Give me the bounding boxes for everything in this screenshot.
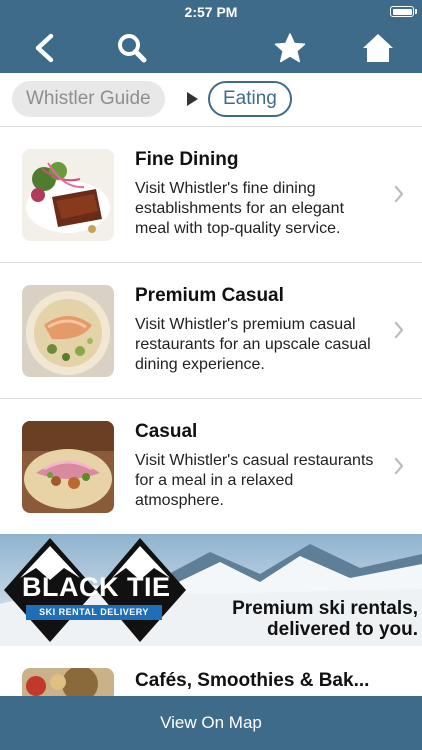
fine-dining-photo [22,149,114,241]
item-title: Fine Dining [135,149,239,170]
cafes-photo [22,668,114,696]
list-item-fine-dining[interactable]: Fine Dining Visit Whistler's fine dining… [0,127,422,263]
item-description: Visit Whistler's premium casual restaura… [135,316,371,373]
view-on-map-button[interactable]: View On Map [0,696,422,750]
list-item-cafes[interactable]: Cafés, Smoothies & Bak... [0,646,422,696]
star-icon [274,33,306,63]
battery-tip [415,9,417,14]
banner-tagline: Premium ski rentals, delivered to you. [232,598,418,640]
breadcrumb-arrow-icon [187,92,198,106]
banner-tagline-line-2: delivered to you. [267,619,418,640]
navigation-bar: 2:57 PM [0,0,422,73]
banner-brand-sub: SKI RENTAL DELIVERY [26,605,162,620]
banner-tagline-line-1: Premium ski rentals, [232,598,418,619]
item-title: Cafés, Smoothies & Bak... [135,670,370,691]
item-description: Visit Whistler's fine dining establishme… [135,180,345,237]
breadcrumb-current[interactable]: Eating [208,81,292,117]
chevron-right-icon [394,457,404,475]
item-description: Visit Whistler's casual restaurants for … [135,452,374,509]
list-item-casual[interactable]: Casual Visit Whistler's casual restauran… [0,399,422,535]
breadcrumb: Whistler Guide Eating [0,73,422,127]
battery-icon [390,6,414,17]
item-title: Casual [135,421,198,442]
premium-casual-photo [22,285,114,377]
breadcrumb-root[interactable]: Whistler Guide [12,81,165,117]
home-button[interactable] [358,28,398,68]
list-item-premium-casual[interactable]: Premium Casual Visit Whistler's premium … [0,263,422,399]
advertisement-banner[interactable]: BLACK TIE SKI RENTAL DELIVERY Premium sk… [0,534,422,646]
chevron-right-icon [394,185,404,203]
banner-brand: BLACK TIE [22,572,171,602]
casual-photo [22,421,114,513]
search-icon [118,34,147,63]
favorites-button[interactable] [270,28,310,68]
back-button[interactable] [24,28,64,68]
search-button[interactable] [112,28,152,68]
back-icon [35,33,54,63]
item-title: Premium Casual [135,285,284,306]
home-icon [363,34,393,62]
chevron-right-icon [394,321,404,339]
status-time: 2:57 PM [184,4,238,20]
